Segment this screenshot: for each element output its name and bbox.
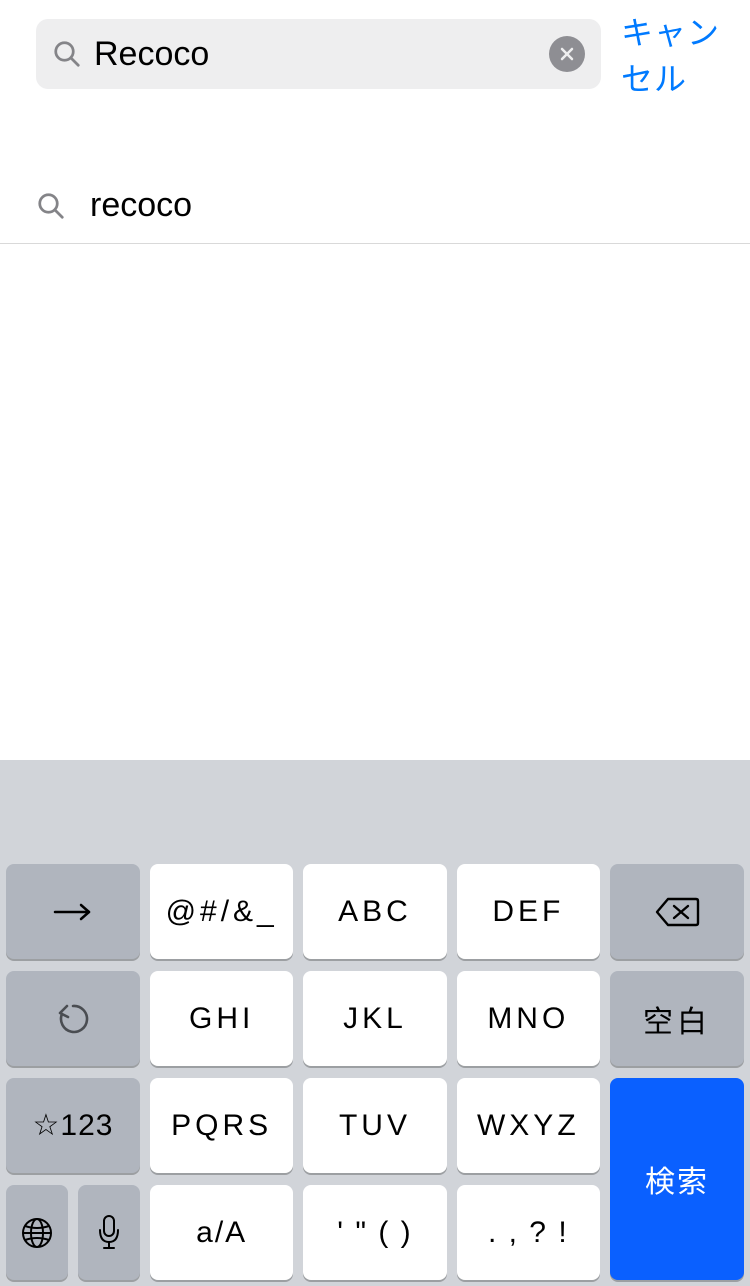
search-key[interactable]: 検索 bbox=[610, 1078, 744, 1280]
next-candidate-key[interactable] bbox=[6, 864, 140, 959]
undo-icon bbox=[56, 1000, 90, 1038]
search-icon bbox=[36, 191, 66, 221]
tuv-key[interactable]: TUV bbox=[303, 1078, 446, 1173]
suggestions-list: recoco bbox=[0, 168, 750, 244]
keyboard: @#/&_ ABC DEF GHI JKL MNO 空白 ☆123 bbox=[0, 760, 750, 1286]
space-key[interactable]: 空白 bbox=[610, 971, 744, 1066]
backspace-key[interactable] bbox=[610, 864, 744, 959]
number-mode-key[interactable]: ☆123 bbox=[6, 1078, 140, 1173]
keyboard-toolbar bbox=[6, 768, 744, 852]
arrow-right-icon bbox=[53, 900, 93, 924]
mic-key[interactable] bbox=[78, 1185, 140, 1280]
symbols-key[interactable]: @#/&_ bbox=[150, 864, 293, 959]
wxyz-key[interactable]: WXYZ bbox=[457, 1078, 600, 1173]
mno-key[interactable]: MNO bbox=[457, 971, 600, 1066]
search-box[interactable] bbox=[36, 19, 601, 89]
clear-button[interactable] bbox=[549, 36, 585, 72]
suggestion-text: recoco bbox=[90, 186, 192, 225]
ghi-key[interactable]: GHI bbox=[150, 971, 293, 1066]
suggestion-item[interactable]: recoco bbox=[0, 168, 750, 244]
close-icon bbox=[559, 46, 575, 62]
search-input[interactable] bbox=[94, 35, 537, 74]
globe-icon bbox=[20, 1216, 54, 1250]
case-key[interactable]: a/A bbox=[150, 1185, 293, 1280]
search-header: キャンセル bbox=[0, 0, 750, 108]
abc-key[interactable]: ABC bbox=[303, 864, 446, 959]
quotes-key[interactable]: ' " ( ) bbox=[303, 1185, 446, 1280]
undo-key[interactable] bbox=[6, 971, 140, 1066]
content-area bbox=[0, 244, 750, 760]
punct-key[interactable]: . , ? ! bbox=[457, 1185, 600, 1280]
backspace-icon bbox=[654, 896, 700, 928]
jkl-key[interactable]: JKL bbox=[303, 971, 446, 1066]
pqrs-key[interactable]: PQRS bbox=[150, 1078, 293, 1173]
mic-icon bbox=[96, 1214, 122, 1252]
search-icon bbox=[52, 39, 82, 69]
cancel-button[interactable]: キャンセル bbox=[621, 8, 730, 100]
globe-key[interactable] bbox=[6, 1185, 68, 1280]
def-key[interactable]: DEF bbox=[457, 864, 600, 959]
